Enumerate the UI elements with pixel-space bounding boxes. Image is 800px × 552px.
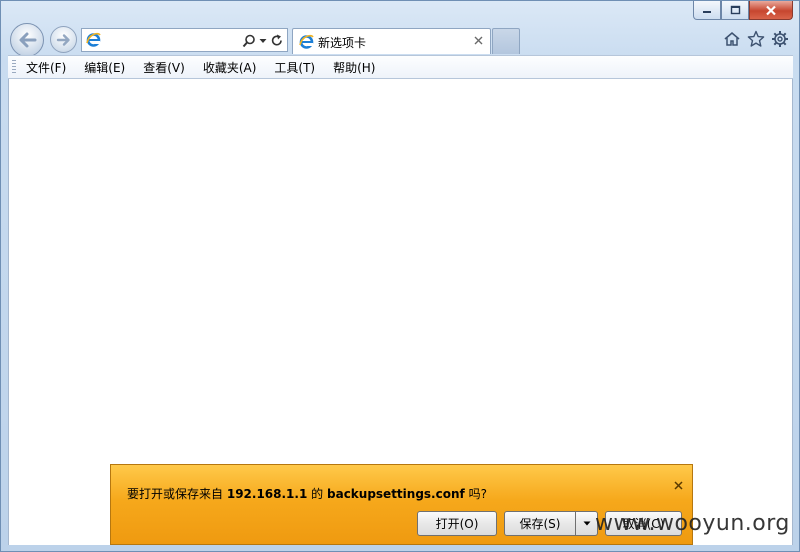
close-icon <box>673 480 683 490</box>
download-message: 要打开或保存来自 192.168.1.1 的 backupsettings.co… <box>127 485 487 502</box>
address-tools <box>242 32 284 49</box>
dropdown-icon <box>583 521 590 526</box>
address-bar <box>81 28 288 52</box>
menu-favorites[interactable]: 收藏夹(A) <box>201 58 259 77</box>
refresh-button[interactable] <box>270 33 284 49</box>
menu-file[interactable]: 文件(F) <box>24 58 68 77</box>
home-icon <box>724 31 740 46</box>
notification-close-button[interactable] <box>672 479 684 491</box>
close-icon <box>766 5 776 15</box>
save-button[interactable]: 保存(S) <box>504 511 576 536</box>
cancel-button[interactable]: 取消(C) <box>605 511 682 536</box>
message-prefix: 要打开或保存来自 <box>127 487 224 501</box>
address-input[interactable] <box>104 31 234 49</box>
favorites-star-icon <box>747 30 765 47</box>
ie-logo-icon <box>86 32 101 47</box>
back-arrow-icon <box>19 32 37 48</box>
back-button[interactable] <box>10 23 44 57</box>
window-caption-buttons <box>693 1 793 21</box>
maximize-icon <box>730 5 740 15</box>
toolbar-grip[interactable] <box>12 60 16 74</box>
command-icons <box>723 30 789 48</box>
download-host: 192.168.1.1 <box>226 487 308 501</box>
new-tab-button[interactable] <box>492 28 520 54</box>
home-button[interactable] <box>723 30 741 48</box>
forward-arrow-icon <box>56 33 70 46</box>
tab-close-button[interactable] <box>471 33 485 47</box>
refresh-icon <box>271 34 282 46</box>
open-button[interactable]: 打开(O) <box>417 511 497 536</box>
menu-tools[interactable]: 工具(T) <box>272 58 317 77</box>
save-options-dropdown[interactable] <box>576 511 598 536</box>
address-dropdown-button[interactable] <box>258 33 268 49</box>
menu-edit[interactable]: 编辑(E) <box>82 58 127 77</box>
search-icon <box>242 34 255 47</box>
close-window-button[interactable] <box>749 1 793 20</box>
minimize-icon <box>703 11 711 13</box>
menu-help[interactable]: 帮助(H) <box>331 58 377 77</box>
ie-logo-icon <box>299 34 314 49</box>
browser-window: 新选项卡 文件(F) 编辑(E) 查看(V) 收藏夹(A) 工具(T) 帮助(H… <box>0 0 800 552</box>
message-suffix: 吗? <box>468 487 487 501</box>
close-icon <box>474 36 482 44</box>
forward-button[interactable] <box>50 26 77 53</box>
download-notification-bar: 要打开或保存来自 192.168.1.1 的 backupsettings.co… <box>110 464 693 545</box>
dropdown-icon <box>259 38 267 43</box>
settings-button[interactable] <box>771 30 789 48</box>
menu-view[interactable]: 查看(V) <box>141 58 187 77</box>
tab-new-tab[interactable]: 新选项卡 <box>292 28 491 54</box>
minimize-button[interactable] <box>693 1 721 20</box>
search-button[interactable] <box>242 33 256 49</box>
menu-bar: 文件(F) 编辑(E) 查看(V) 收藏夹(A) 工具(T) 帮助(H) <box>8 55 793 79</box>
tab-title: 新选项卡 <box>318 36 367 50</box>
settings-gear-icon <box>772 31 788 47</box>
favorites-button[interactable] <box>747 30 765 48</box>
message-mid: 的 <box>311 487 324 501</box>
download-filename: backupsettings.conf <box>327 487 465 501</box>
maximize-button[interactable] <box>721 1 749 20</box>
